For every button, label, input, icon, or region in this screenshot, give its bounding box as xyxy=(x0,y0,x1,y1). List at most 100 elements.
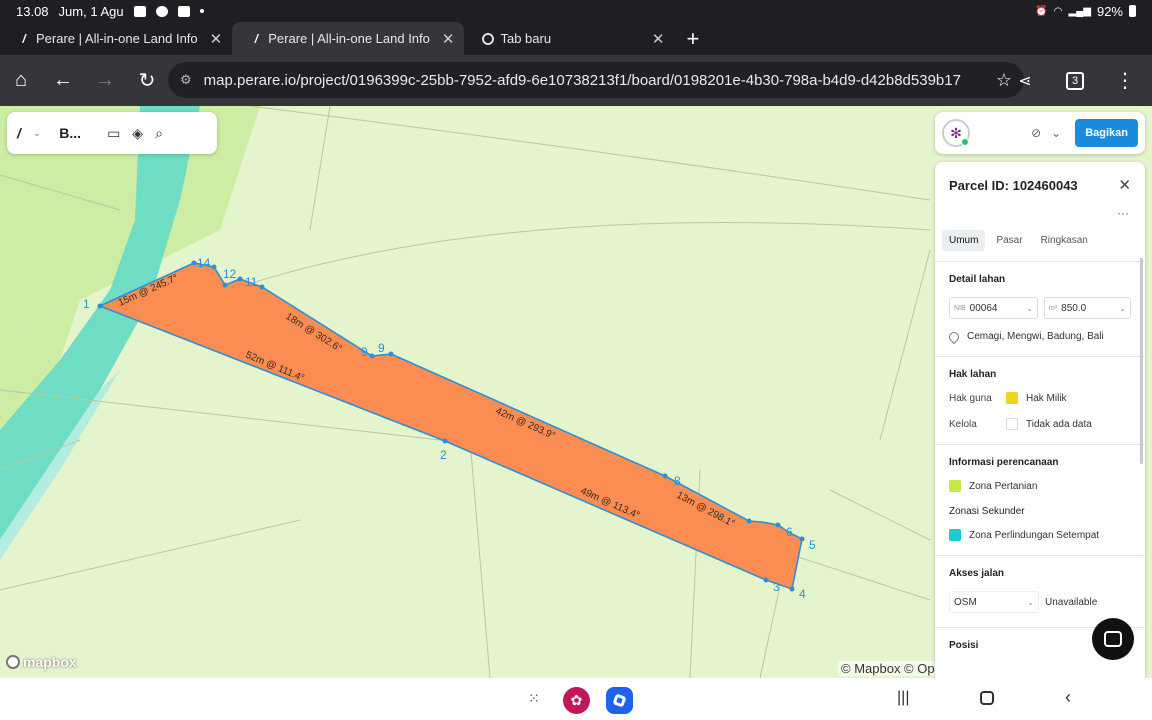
status-bar: 13.08 Jum, 1 Agu ⏰ ◠ ▂▄▆ 92% xyxy=(0,0,1152,22)
gallery-notification-icon xyxy=(133,5,146,17)
vertex-label: 9 xyxy=(378,341,385,355)
chat-icon xyxy=(1104,631,1122,647)
site-settings-icon[interactable]: ⚙ xyxy=(180,72,192,88)
map-attribution[interactable]: © Mapbox © OpenStreetMap xyxy=(838,661,936,676)
browser-tab-strip: / Perare | All-in-one Land Info ✕ / Pera… xyxy=(0,22,1152,55)
close-tab-icon[interactable]: ✕ xyxy=(210,30,223,48)
chat-support-button[interactable] xyxy=(1092,618,1134,660)
area-value: 850.0 xyxy=(1061,302,1087,314)
back-button[interactable]: ← xyxy=(42,60,84,102)
tab-title: Perare | All-in-one Land Info xyxy=(36,31,198,46)
signal-icon: ▂▄▆ xyxy=(1068,5,1091,17)
parcel-title: Parcel ID: 102460043 xyxy=(949,177,1078,193)
hak-milik-swatch xyxy=(1006,392,1018,404)
vertex-label: 5 xyxy=(809,538,816,552)
mapbox-logo: mapbox xyxy=(6,654,77,670)
battery-level: 92% xyxy=(1096,3,1123,19)
share-button[interactable]: Bagikan xyxy=(1075,119,1138,147)
parcel-panel: Parcel ID: 102460043 ✕ ··· Umum Pasar Ri… xyxy=(935,162,1145,678)
search-icon[interactable]: ⌕ xyxy=(155,125,163,142)
location-text: Cemagi, Mengwi, Badung, Bali xyxy=(967,331,1104,342)
tab-title: Perare | All-in-one Land Info xyxy=(268,31,430,46)
mapbox-logo-text: mapbox xyxy=(23,654,77,670)
vertex-label: 2 xyxy=(440,448,447,462)
perare-favicon-icon: / xyxy=(22,31,26,46)
avatar[interactable]: ✻ xyxy=(942,119,970,147)
browser-toolbar: ⌂ ← → ↻ ⚙ map.perare.io/project/0196399c… xyxy=(0,55,1152,106)
chevron-down-icon: ⌄ xyxy=(1026,303,1033,313)
home-nav-icon[interactable] xyxy=(980,691,994,705)
nib-value: 00064 xyxy=(969,302,998,314)
back-nav-icon[interactable]: ‹ xyxy=(1065,687,1071,708)
share-icon[interactable]: ⋖ xyxy=(1004,60,1046,102)
system-nav-bar: ⁙ ✿ ||| ‹ xyxy=(0,678,1152,720)
section-heading: Informasi perencanaan xyxy=(949,457,1059,468)
close-tab-icon[interactable]: ✕ xyxy=(442,30,455,48)
reload-button[interactable]: ↻ xyxy=(126,60,168,102)
perare-favicon-icon: / xyxy=(254,31,258,46)
area-select[interactable]: m² 850.0 ⌄ xyxy=(1043,297,1131,319)
status-date: Jum, 1 Agu xyxy=(58,3,124,19)
new-tab-button[interactable]: + xyxy=(686,26,699,52)
vertex-label: 11 xyxy=(245,275,258,289)
zona2-value: Zona Perlindungan Setempat xyxy=(969,529,1100,541)
home-button[interactable]: ⌂ xyxy=(0,60,42,102)
parcel-polygon[interactable] xyxy=(97,262,803,591)
chevron-down-icon[interactable]: ⌄ xyxy=(1051,126,1061,140)
address-bar[interactable]: ⚙ map.perare.io/project/0196399c-25bb-79… xyxy=(168,62,1024,98)
empty-swatch xyxy=(1006,418,1018,430)
close-tab-icon[interactable]: ✕ xyxy=(652,30,665,48)
section-heading: Detail lahan xyxy=(949,274,1006,285)
mapbox-logo-icon xyxy=(6,655,20,669)
chrome-favicon-icon xyxy=(482,32,495,45)
browser-tab-2[interactable]: / Perare | All-in-one Land Info ✕ xyxy=(232,22,465,55)
tab-umum[interactable]: Umum xyxy=(942,230,986,251)
blue-app-icon[interactable] xyxy=(606,687,633,714)
location-pin-icon xyxy=(946,329,962,344)
kv-label: Hak guna xyxy=(949,392,992,404)
browser-tab-1[interactable]: / Perare | All-in-one Land Info ✕ xyxy=(0,22,232,55)
layers-icon[interactable]: ◈ xyxy=(132,125,143,142)
road-source-select[interactable]: OSM ⌄ xyxy=(949,591,1039,613)
chevron-down-icon[interactable]: ⌄ xyxy=(33,128,41,139)
panel-scrollbar[interactable] xyxy=(1140,258,1143,464)
section-heading: Akses jalan xyxy=(949,568,1005,579)
vertex-label: 8 xyxy=(674,474,681,488)
tab-switcher-button[interactable]: 3 xyxy=(1054,60,1096,102)
vertex-label: 6 xyxy=(786,525,793,539)
kv-value: Hak Milik xyxy=(1026,392,1067,404)
tab-ringkasan[interactable]: Ringkasan xyxy=(1034,230,1095,251)
battery-icon xyxy=(1129,5,1136,17)
app-drawer-icon[interactable]: ⁙ xyxy=(528,690,540,707)
more-options-icon[interactable]: ··· xyxy=(935,194,1145,222)
zona-value: Zona Pertanian xyxy=(969,480,1038,492)
url-text: map.perare.io/project/0196399c-25bb-7952… xyxy=(203,71,961,89)
flower-app-icon[interactable]: ✿ xyxy=(563,687,590,714)
close-icon[interactable]: ✕ xyxy=(1118,176,1131,194)
nib-select[interactable]: NIB 00064 ⌄ xyxy=(949,297,1038,319)
vertex-label: 9 xyxy=(361,345,368,359)
perare-logo-icon[interactable]: / xyxy=(17,125,21,141)
section-subheading: Zonasi Sekunder xyxy=(949,506,1025,517)
board-name[interactable]: B... xyxy=(59,125,81,141)
book-icon[interactable]: ▭ xyxy=(107,125,120,142)
status-time: 13.08 xyxy=(16,3,49,19)
vertex-label: 3 xyxy=(773,580,780,594)
tab-pasar[interactable]: Pasar xyxy=(989,230,1029,251)
browser-menu-icon[interactable]: ⋮ xyxy=(1104,60,1146,102)
recent-apps-icon[interactable]: ||| xyxy=(897,689,909,707)
zona-pertanian-swatch xyxy=(949,480,961,492)
forward-button[interactable]: → xyxy=(84,60,126,102)
chevron-down-icon: ⌄ xyxy=(1119,303,1126,313)
vertex-label: 14 xyxy=(197,256,211,270)
road-source-value: OSM xyxy=(954,596,977,608)
online-status-icon xyxy=(961,138,969,146)
browser-tab-3[interactable]: Tab baru ✕ xyxy=(464,22,674,55)
zona-perlindungan-swatch xyxy=(949,529,961,541)
vertex-label: 4 xyxy=(799,587,806,601)
follow-icon[interactable]: ⊘ xyxy=(1031,126,1041,140)
wifi-icon: ◠ xyxy=(1053,5,1063,17)
chevron-down-icon: ⌄ xyxy=(1027,597,1034,607)
whatsapp-notification-icon xyxy=(155,5,168,17)
collab-card: ✻ ⊘ ⌄ Bagikan xyxy=(935,112,1145,154)
